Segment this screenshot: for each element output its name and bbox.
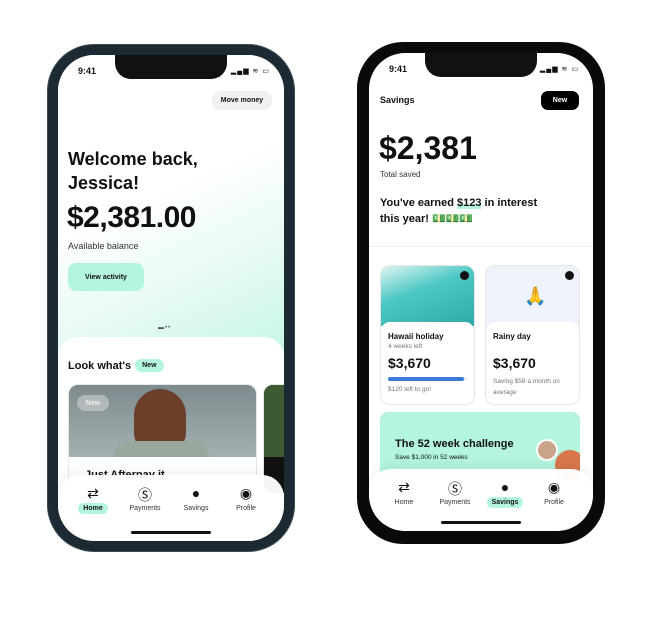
nav-payments[interactable]: Ⓢ Payments xyxy=(120,485,170,514)
profile-icon: ◉ xyxy=(547,479,561,495)
goal-type-icon xyxy=(460,271,469,280)
status-icons: ▂▄▆ ≋ ▭ xyxy=(230,68,270,75)
home-arrows-icon: ⇄ xyxy=(87,485,99,501)
goal-subtitle: 4 weeks left xyxy=(388,343,423,350)
interest-amount: $123 xyxy=(457,197,482,209)
goal-amount: $3,670 xyxy=(493,355,536,371)
goal-title: Rainy day xyxy=(493,332,531,341)
savings-screen: 9:41 ▂▄▆ ≋ ▭ Savings New $2,381 Total sa… xyxy=(369,53,593,531)
page-title: Savings xyxy=(380,95,415,105)
notch xyxy=(425,53,537,77)
piggy-bank-icon: ● xyxy=(191,485,201,501)
nav-payments[interactable]: Ⓢ Payments xyxy=(430,479,480,508)
phone-frame-home: 9:41 ▂▄▆ ≋ ▭ Move money Welcome back, Je… xyxy=(48,45,294,551)
goal-card-rainy-day[interactable]: 🙏 Rainy day $3,670 Saving $58 a month on… xyxy=(485,265,580,405)
phone-frame-savings: 9:41 ▂▄▆ ≋ ▭ Savings New $2,381 Total sa… xyxy=(357,42,605,544)
goal-card-hawaii[interactable]: Hawaii holiday 4 weeks left $3,670 $120 … xyxy=(380,265,475,405)
interest-message: You've earned $123 in interest this year… xyxy=(380,197,538,225)
carousel-dots[interactable]: ▬•• xyxy=(158,325,171,331)
piggy-bank-icon: ● xyxy=(500,479,510,495)
goal-title: Hawaii holiday xyxy=(388,332,444,341)
dollar-cycle-icon: Ⓢ xyxy=(138,487,152,503)
goal-type-icon xyxy=(565,271,574,280)
goal-note: Saving $58 a month on average xyxy=(493,378,560,396)
divider xyxy=(369,246,593,247)
move-money-button[interactable]: Move money xyxy=(212,91,272,110)
praying-hands-icon: 🙏 xyxy=(524,286,547,306)
avatar xyxy=(536,439,558,461)
section-title: Look what's xyxy=(68,359,132,372)
total-label: Total saved xyxy=(380,170,421,179)
home-indicator xyxy=(441,521,521,524)
nav-home[interactable]: ⇄ Home xyxy=(68,485,118,514)
view-activity-button[interactable]: View activity xyxy=(68,263,144,291)
total-saved: $2,381 xyxy=(379,130,477,166)
nav-savings[interactable]: ● Savings xyxy=(480,479,530,508)
goal-progress-bar xyxy=(388,377,464,381)
card-new-badge: New xyxy=(77,395,109,411)
challenge-title: The 52 week challenge xyxy=(395,438,514,450)
goal-amount: $3,670 xyxy=(388,355,431,371)
balance-label: Available balance xyxy=(68,241,139,251)
greeting: Welcome back, Jessica! xyxy=(68,149,198,193)
home-indicator xyxy=(131,531,211,534)
dollar-cycle-icon: Ⓢ xyxy=(448,481,462,497)
nav-profile[interactable]: ◉ Profile xyxy=(221,485,271,514)
bottom-nav: ⇄ Home Ⓢ Payments ● Savings ◉ Profile xyxy=(58,475,284,541)
notch xyxy=(115,55,227,79)
status-icons: ▂▄▆ ≋ ▭ xyxy=(539,66,579,73)
challenge-subtitle: Save $1,000 in 52 weeks xyxy=(395,454,468,461)
profile-icon: ◉ xyxy=(239,485,253,501)
available-balance: $2,381.00 xyxy=(67,201,196,234)
home-arrows-icon: ⇄ xyxy=(398,479,410,495)
home-screen: 9:41 ▂▄▆ ≋ ▭ Move money Welcome back, Je… xyxy=(58,55,284,541)
nav-profile[interactable]: ◉ Profile xyxy=(529,479,579,508)
new-badge: New xyxy=(135,359,164,372)
goal-note: $120 left to go! xyxy=(388,386,432,393)
status-time: 9:41 xyxy=(78,66,97,76)
nav-home[interactable]: ⇄ Home xyxy=(379,479,429,508)
status-time: 9:41 xyxy=(389,64,408,74)
nav-savings[interactable]: ● Savings xyxy=(171,485,221,514)
bottom-nav: ⇄ Home Ⓢ Payments ● Savings ◉ Profile xyxy=(369,469,593,531)
new-savings-button[interactable]: New xyxy=(541,91,579,110)
